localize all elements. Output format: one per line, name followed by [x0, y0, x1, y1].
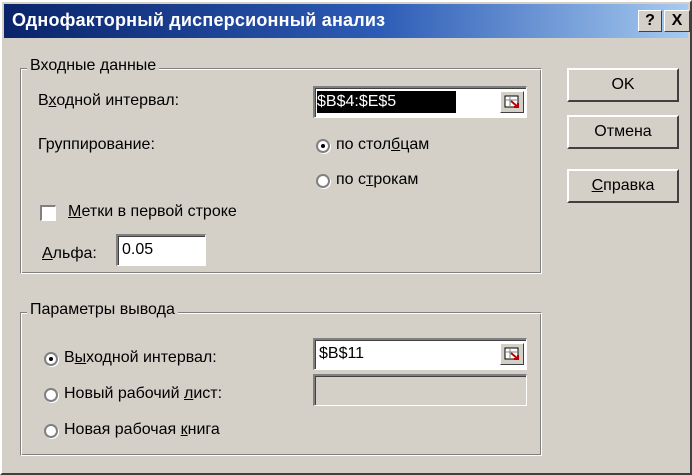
output-range-radio[interactable]: [44, 352, 58, 366]
help-button[interactable]: Справка: [567, 169, 679, 203]
input-group-legend: Входные данные: [27, 57, 160, 75]
range-select-icon: [504, 347, 519, 360]
by-columns-radio[interactable]: [316, 139, 330, 153]
input-range-collapse-button[interactable]: [500, 91, 524, 113]
input-range-value: $B$4:$E$5: [317, 91, 457, 113]
by-rows-radio[interactable]: [316, 174, 330, 188]
cancel-button[interactable]: Отмена: [567, 115, 679, 149]
alpha-label: Альфа:: [42, 245, 97, 262]
output-range-field[interactable]: $B$11: [313, 338, 527, 370]
by-rows-label[interactable]: по строкам: [336, 171, 418, 189]
anova-dialog: Однофакторный дисперсионный анализ ? X В…: [0, 0, 692, 475]
close-button[interactable]: X: [664, 10, 690, 32]
new-sheet-label[interactable]: Новый рабочий лист:: [64, 385, 222, 403]
alpha-field[interactable]: 0.05: [116, 234, 206, 266]
labels-first-row-checkbox[interactable]: [40, 205, 56, 221]
help-question-button[interactable]: ?: [638, 10, 662, 32]
new-workbook-label[interactable]: Новая рабочая книга: [64, 421, 220, 439]
output-group-legend: Параметры вывода: [27, 301, 178, 319]
title-bar: Однофакторный дисперсионный анализ ? X: [4, 4, 690, 38]
window-title: Однофакторный дисперсионный анализ: [12, 10, 386, 30]
output-range-label[interactable]: Выходной интервал:: [64, 349, 217, 367]
alpha-value: 0.05: [122, 241, 154, 258]
labels-first-row-label[interactable]: Метки в первой строке: [68, 203, 237, 221]
output-range-collapse-button[interactable]: [500, 343, 524, 365]
input-range-label: Входной интервал:: [38, 92, 180, 109]
ok-button[interactable]: OK: [567, 68, 679, 102]
input-range-field[interactable]: $B$4:$E$5: [313, 86, 527, 118]
new-workbook-radio[interactable]: [44, 424, 58, 438]
new-sheet-field[interactable]: [313, 374, 527, 406]
output-range-value: $B$11: [319, 345, 365, 362]
grouping-label: Группирование:: [38, 136, 155, 153]
range-select-icon: [504, 95, 519, 108]
new-sheet-radio[interactable]: [44, 388, 58, 402]
by-columns-label[interactable]: по столбцам: [336, 136, 429, 154]
